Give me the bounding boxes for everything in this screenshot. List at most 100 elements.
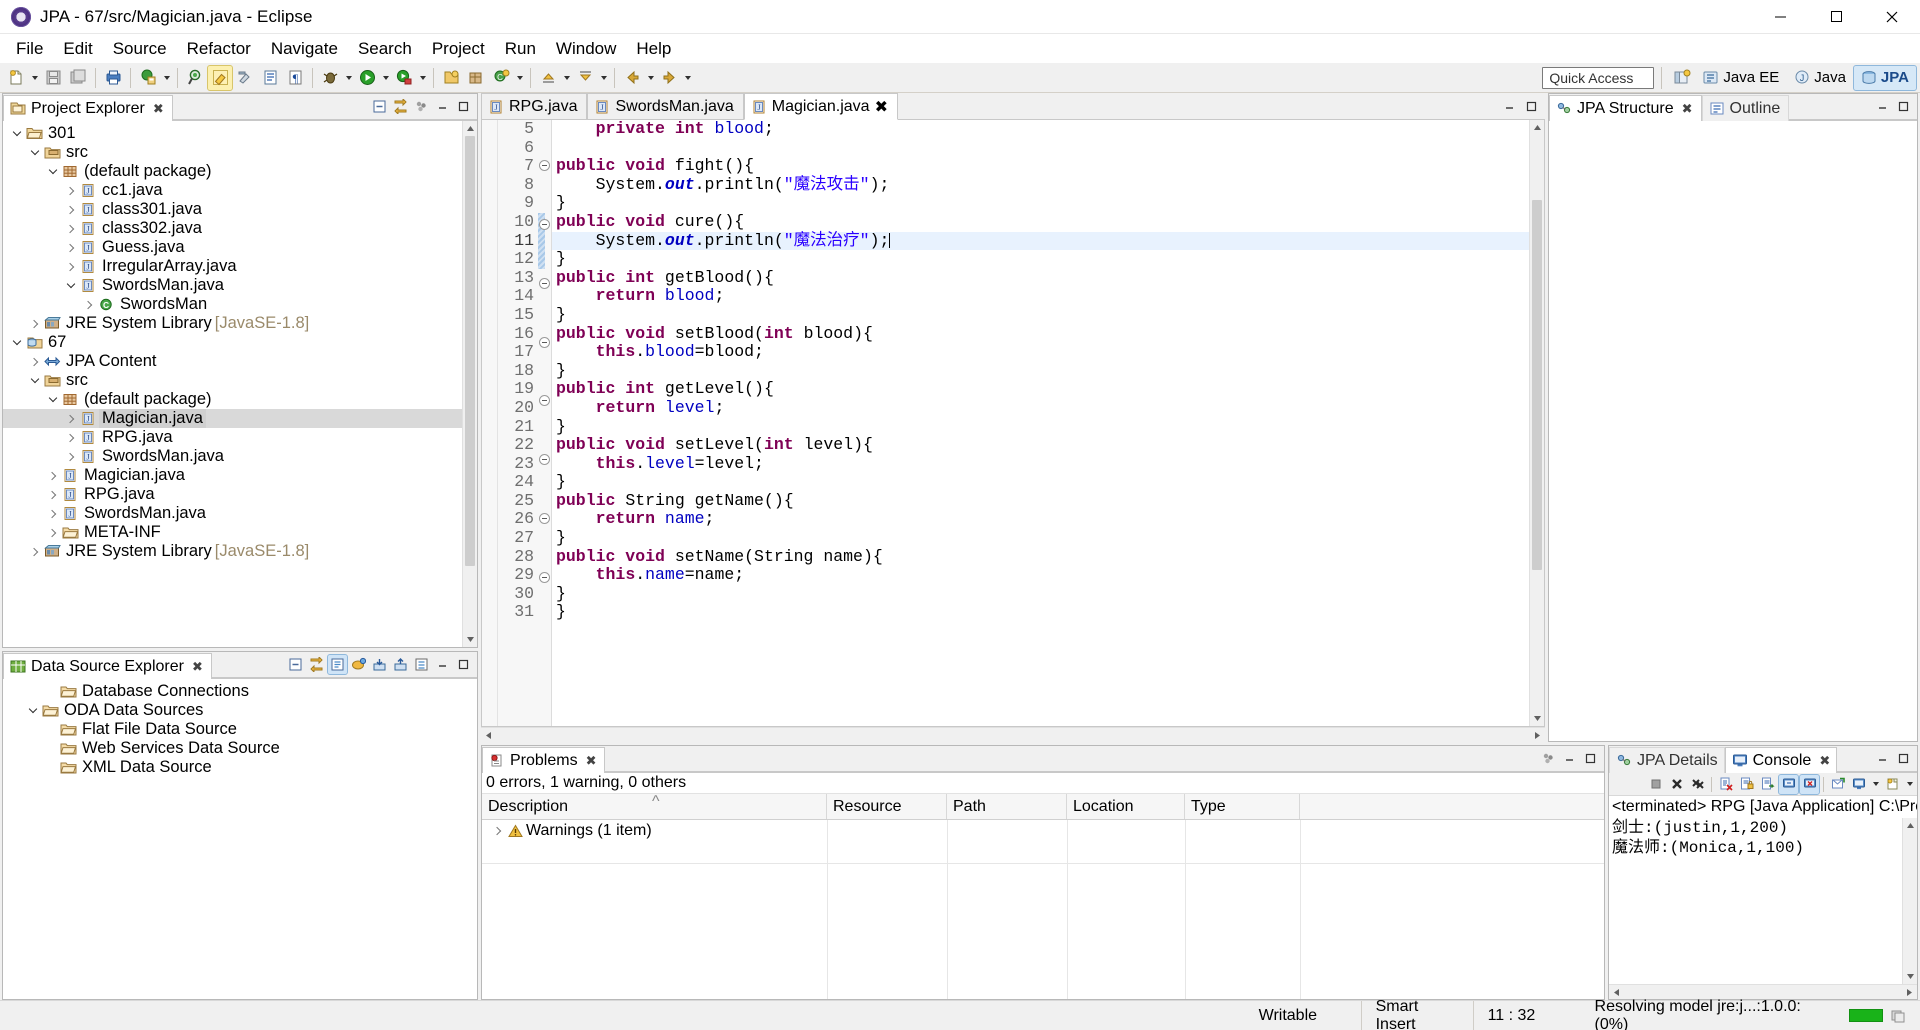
new-java-project-icon[interactable]: [439, 66, 463, 90]
column-header-type[interactable]: Type: [1185, 794, 1300, 819]
code-editor[interactable]: 5 6 7 8 9 10 11 12 13 14 15 16 17 18 19 20 21 22 23 24 25 26 2…: [481, 119, 1545, 727]
project-explorer-scrollbar[interactable]: [462, 121, 477, 647]
tree-item[interactable]: J RPG.java: [3, 485, 477, 504]
minimize-editor-icon[interactable]: [1500, 97, 1519, 116]
previous-annotation-icon[interactable]: [536, 66, 560, 90]
chevron-down-icon[interactable]: [9, 126, 25, 142]
column-header-location[interactable]: Location: [1067, 794, 1185, 819]
chevron-down-icon[interactable]: [63, 278, 79, 294]
tree-item[interactable]: J SwordsMan.java: [3, 504, 477, 523]
search-icon[interactable]: [183, 66, 207, 90]
chevron-right-icon[interactable]: [63, 183, 79, 199]
chevron-right-icon[interactable]: [63, 202, 79, 218]
terminate-icon[interactable]: [1646, 775, 1665, 794]
code-line[interactable]: [552, 139, 1529, 158]
fold-collapse-icon[interactable]: [539, 336, 550, 348]
perspective-jpa[interactable]: JPA: [1852, 64, 1918, 91]
marker-gutter[interactable]: [482, 120, 498, 726]
save-icon[interactable]: [41, 66, 65, 90]
code-text-area[interactable]: private int blood; public void fight(){ S…: [552, 120, 1529, 726]
tab-outline[interactable]: Outline: [1701, 95, 1790, 121]
minimize-button[interactable]: [1752, 0, 1808, 34]
tree-item[interactable]: J Magician.java: [3, 466, 477, 485]
jpa-structure-body[interactable]: [1549, 121, 1917, 741]
chevron-right-icon[interactable]: [63, 449, 79, 465]
tree-item[interactable]: 67: [3, 333, 477, 352]
remove-launch-icon[interactable]: [1667, 775, 1686, 794]
quick-access-input[interactable]: Quick Access: [1542, 66, 1655, 89]
code-line[interactable]: System.out.println("魔法攻击");: [552, 175, 1529, 195]
chevron-right-icon[interactable]: [27, 316, 43, 332]
close-icon[interactable]: ✖: [1819, 753, 1830, 769]
chevron-right-icon[interactable]: [27, 354, 43, 370]
code-line[interactable]: this.blood=blood;: [552, 342, 1529, 362]
remove-all-terminated-icon[interactable]: [1688, 775, 1707, 794]
forward-dropdown-icon[interactable]: [682, 66, 693, 90]
project-explorer-body[interactable]: 301 src (default package) Jcc1.java Jclass30…: [3, 121, 477, 647]
debug-dropdown-icon[interactable]: [343, 66, 354, 90]
code-line[interactable]: }: [552, 472, 1529, 492]
minimize-view-icon[interactable]: [1873, 749, 1892, 768]
tab-project-explorer[interactable]: Project Explorer ✖: [3, 95, 173, 121]
tree-item[interactable]: Database Connections: [3, 682, 477, 701]
code-line[interactable]: }: [552, 305, 1529, 325]
scroll-lock-icon[interactable]: [1737, 775, 1756, 794]
tab-console[interactable]: Console ✖: [1724, 747, 1838, 773]
chevron-right-icon[interactable]: [63, 259, 79, 275]
editor-horizontal-scrollbar[interactable]: [481, 727, 1545, 742]
run-icon[interactable]: [355, 66, 379, 90]
chevron-right-icon[interactable]: [81, 297, 97, 313]
code-line[interactable]: public void fight(){: [552, 156, 1529, 176]
tab-jpa-details[interactable]: JPA Details: [1609, 747, 1725, 773]
collapse-all-icon[interactable]: [286, 655, 305, 674]
tree-item[interactable]: META-INF: [3, 523, 477, 542]
code-line[interactable]: System.out.println("魔法治疗");: [552, 231, 1529, 251]
view-menu-icon[interactable]: [412, 655, 431, 674]
minimize-view-icon[interactable]: [1873, 97, 1892, 116]
new-wizard-dropdown-icon[interactable]: [29, 66, 40, 90]
clear-console-icon[interactable]: [1716, 775, 1735, 794]
code-line[interactable]: public int getBlood(){: [552, 268, 1529, 288]
tree-item[interactable]: (default package): [3, 162, 477, 181]
tree-item[interactable]: JPA Content: [3, 352, 477, 371]
chevron-down-icon[interactable]: [27, 145, 43, 161]
chevron-down-icon[interactable]: [45, 164, 61, 180]
code-line[interactable]: }: [552, 417, 1529, 437]
tree-item[interactable]: Web Services Data Source: [3, 739, 477, 758]
previous-annotation-dropdown-icon[interactable]: [561, 66, 572, 90]
last-edit-location-icon[interactable]: [233, 66, 257, 90]
code-line[interactable]: }: [552, 249, 1529, 269]
tree-item[interactable]: J IrregularArray.java: [3, 257, 477, 276]
back-icon[interactable]: [620, 66, 644, 90]
close-icon[interactable]: ✖: [875, 97, 888, 117]
forward-icon[interactable]: [657, 66, 681, 90]
print-icon[interactable]: [101, 66, 125, 90]
close-icon[interactable]: ✖: [586, 753, 597, 769]
code-line[interactable]: public int getLevel(){: [552, 380, 1529, 399]
next-annotation-dropdown-icon[interactable]: [598, 66, 609, 90]
chevron-right-icon[interactable]: [63, 430, 79, 446]
tree-item[interactable]: J SwordsMan.java: [3, 447, 477, 466]
tree-item[interactable]: src: [3, 143, 477, 162]
fold-collapse-icon[interactable]: [539, 571, 550, 583]
chevron-right-icon[interactable]: [63, 411, 79, 427]
maximize-editor-icon[interactable]: [1522, 97, 1541, 116]
menu-project[interactable]: Project: [422, 36, 495, 62]
new-class-dropdown-icon[interactable]: [514, 66, 525, 90]
display-selected-console-icon[interactable]: [1849, 775, 1868, 794]
minimize-view-icon[interactable]: [433, 97, 452, 116]
menu-search[interactable]: Search: [348, 36, 422, 62]
code-line[interactable]: }: [552, 528, 1529, 548]
open-console-dropdown-icon[interactable]: [1904, 772, 1915, 796]
tree-item[interactable]: J RPG.java: [3, 428, 477, 447]
chevron-down-icon[interactable]: [9, 335, 25, 351]
menu-window[interactable]: Window: [546, 36, 626, 62]
maximize-view-icon[interactable]: [1894, 97, 1913, 116]
editor-tab-magician[interactable]: J Magician.java ✖: [743, 93, 898, 120]
fold-collapse-icon[interactable]: [539, 218, 550, 230]
open-type-icon[interactable]: [258, 66, 282, 90]
column-header-path[interactable]: Path: [947, 794, 1067, 819]
code-line[interactable]: public void setBlood(int blood){: [552, 324, 1529, 344]
fold-collapse-icon[interactable]: [539, 512, 550, 524]
chevron-down-icon[interactable]: [27, 373, 43, 389]
